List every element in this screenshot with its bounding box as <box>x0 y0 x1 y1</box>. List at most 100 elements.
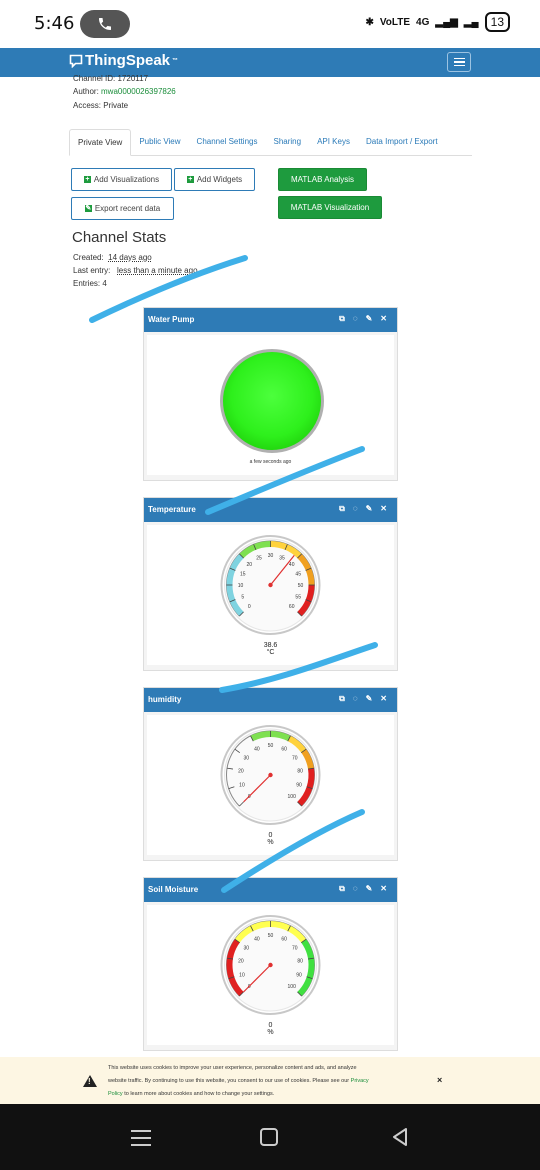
system-navigation-bar <box>0 1104 540 1170</box>
gauge-tick-label: 50 <box>298 583 304 589</box>
thingspeak-logo[interactable]: ThingSpeak ™ <box>69 52 178 69</box>
matlab-visualization-button[interactable]: MATLAB Visualization <box>278 196 382 219</box>
pencil-icon: ✎ <box>84 205 92 212</box>
network-type: 4G <box>416 16 430 28</box>
close-icon[interactable]: ✕ <box>380 884 387 894</box>
tab-data-import-export[interactable]: Data Import / Export <box>358 129 446 155</box>
gauge-tick-label: 30 <box>243 755 249 761</box>
export-recent-label: Export recent data <box>94 204 161 213</box>
tab-private-view[interactable]: Private View <box>69 129 132 156</box>
external-link-icon[interactable]: ⧉ <box>339 884 345 894</box>
gauge-tick-label: 70 <box>292 755 298 761</box>
tab-public-view[interactable]: Public View <box>131 129 188 155</box>
tab-channel-settings[interactable]: Channel Settings <box>189 129 266 155</box>
tab-api-keys[interactable]: API Keys <box>309 129 358 155</box>
cookie-line-2: website traffic. By continuing to use th… <box>108 1078 350 1084</box>
last-entry-label: Last entry: <box>73 266 111 275</box>
gauge-tick-label: 70 <box>292 945 298 951</box>
add-widgets-button[interactable]: + Add Widgets <box>174 168 255 191</box>
tab-sharing[interactable]: Sharing <box>265 129 309 155</box>
panel-header: Water Pump ⧉ ◌ ✎ ✕ <box>144 308 397 332</box>
plus-icon: + <box>83 176 91 183</box>
gauge-tick-label: 10 <box>238 583 244 589</box>
gauge-tick-label: 20 <box>238 958 244 964</box>
stat-last-entry: Last entry: less than a minute ago <box>73 266 198 275</box>
comment-icon[interactable]: ◌ <box>353 504 358 514</box>
gauge-tick-label: 60 <box>281 936 287 942</box>
gauge-tick-label: 90 <box>296 782 302 788</box>
brand-name: ThingSpeak <box>85 52 171 69</box>
cookie-text: This website uses cookies to improve you… <box>108 1062 428 1101</box>
external-link-icon[interactable]: ⧉ <box>339 504 345 514</box>
panel-body: 0 10 20 30 40 50 60 70 80 90 100 0 % <box>147 715 394 855</box>
phone-icon <box>99 18 111 30</box>
author-label: Author: <box>73 87 102 96</box>
export-recent-data-button[interactable]: ✎ Export recent data <box>71 197 174 220</box>
panel-header: Soil Moisture ⧉ ◌ ✎ ✕ <box>144 878 397 902</box>
panel-title: Soil Moisture <box>148 885 199 894</box>
recent-apps-button[interactable] <box>131 1130 151 1146</box>
comment-icon[interactable]: ◌ <box>353 314 358 324</box>
gauge-unit: % <box>267 839 274 846</box>
external-link-icon[interactable]: ⧉ <box>339 314 345 324</box>
warning-mark: ! <box>88 1077 91 1086</box>
gauge-tick-label: 20 <box>238 768 244 774</box>
home-button[interactable] <box>260 1128 278 1146</box>
lamp-indicator <box>220 349 324 453</box>
battery-level: 13 <box>490 15 504 29</box>
gauge-needle-hub <box>268 772 273 778</box>
gauge-tick-label: 55 <box>295 594 301 600</box>
panel-actions: ⧉ ◌ ✎ ✕ <box>339 884 387 894</box>
pencil-icon[interactable]: ✎ <box>366 504 373 514</box>
panel-actions: ⧉ ◌ ✎ ✕ <box>339 314 387 324</box>
add-visualizations-button[interactable]: + Add Visualizations <box>71 168 172 191</box>
pencil-icon[interactable]: ✎ <box>366 694 373 704</box>
policy-link[interactable]: Policy <box>108 1091 123 1097</box>
close-icon[interactable]: ✕ <box>380 314 387 324</box>
channel-author: Author: mwa0000026397826 <box>73 87 176 96</box>
gauge-unit: °C <box>266 649 275 656</box>
volte-icon: VoLTE <box>379 16 411 28</box>
comment-icon[interactable]: ◌ <box>353 884 358 894</box>
add-widgets-label: Add Widgets <box>196 175 243 184</box>
trademark: ™ <box>172 57 179 64</box>
gauge-tick-label: 50 <box>268 743 274 749</box>
gauge-tick-label: 5 <box>241 594 244 600</box>
gauge-tick-label: 100 <box>288 794 297 800</box>
gauge-tick-label: 60 <box>281 746 287 752</box>
gauge-tick-label: 40 <box>254 746 260 752</box>
last-entry-value: less than a minute ago <box>117 266 198 275</box>
gauge-tick-label: 45 <box>295 572 301 578</box>
pencil-icon[interactable]: ✎ <box>366 314 373 324</box>
gauge-tick-label: 40 <box>254 936 260 942</box>
panel-header: Temperature ⧉ ◌ ✎ ✕ <box>144 498 397 522</box>
gauge-tick-label: 30 <box>243 945 249 951</box>
gauge-tick-label: 0 <box>248 604 251 610</box>
hamburger-menu-button[interactable] <box>447 52 471 72</box>
add-visualizations-label: Add Visualizations <box>93 175 160 184</box>
comment-icon[interactable]: ◌ <box>353 694 358 704</box>
panel-actions: ⧉ ◌ ✎ ✕ <box>339 694 387 704</box>
gauge-unit: % <box>267 1029 274 1036</box>
gauge-tick-label: 20 <box>247 562 253 568</box>
channel-id: Channel ID: 1720117 <box>73 74 149 83</box>
cookie-line-1: This website uses cookies to improve you… <box>108 1065 357 1071</box>
close-icon[interactable]: ✕ <box>380 504 387 514</box>
privacy-link[interactable]: Privacy <box>351 1078 369 1084</box>
matlab-analysis-button[interactable]: MATLAB Analysis <box>278 168 367 191</box>
gauge-tick-label: 80 <box>297 768 303 774</box>
speech-bubble-icon <box>69 54 83 68</box>
close-icon[interactable]: ✕ <box>380 694 387 704</box>
channel-tabs: Private View Public View Channel Setting… <box>69 129 472 156</box>
gauge-tick-label: 90 <box>296 972 302 978</box>
panel-body: a few seconds ago <box>147 335 394 475</box>
external-link-icon[interactable]: ⧉ <box>339 694 345 704</box>
gauge-tick-label: 30 <box>268 553 274 559</box>
gauge-tick-label: 35 <box>279 555 285 561</box>
ongoing-call-indicator[interactable] <box>80 10 130 38</box>
author-link[interactable]: mwa0000026397826 <box>101 87 176 96</box>
pencil-icon[interactable]: ✎ <box>366 884 373 894</box>
cookie-close-button[interactable]: × <box>437 1075 442 1085</box>
back-button[interactable] <box>390 1127 410 1147</box>
channel-stats-title: Channel Stats <box>72 229 167 246</box>
